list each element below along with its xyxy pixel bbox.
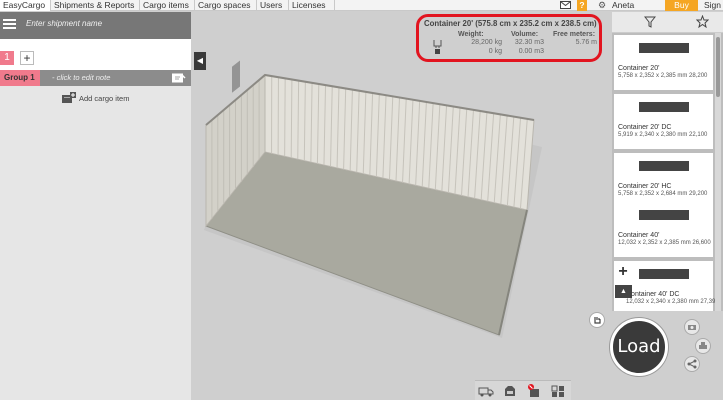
container-info-box: Container 20' (575.8 cm x 235.2 cm x 238… xyxy=(416,14,602,62)
tab-cargo-items[interactable]: Cargo items xyxy=(140,0,195,11)
view-toolbar xyxy=(475,380,571,400)
container-card[interactable]: Container 20' DC 5,919 x 2,340 x 2,380 m… xyxy=(614,94,713,149)
list-scrollbar[interactable] xyxy=(715,33,721,311)
container-dims: 12,032 x 2,340 x 2,380 mm 27,397 xyxy=(626,299,719,305)
buy-button[interactable]: Buy xyxy=(665,0,698,11)
container-thumbnail xyxy=(639,161,689,171)
container-card[interactable]: Container 40' 12,032 x 2,352 x 2,385 mm … xyxy=(614,202,713,257)
cargo-icon xyxy=(435,49,440,54)
scroll-thumb[interactable] xyxy=(716,37,720,97)
left-panel: Enter shipment name 1 + Group 1 - click … xyxy=(0,12,191,400)
cargo-stats-icon[interactable] xyxy=(502,383,518,399)
container-dims: 5,758 x 2,352 x 2,385 mm 28,200 xyxy=(618,73,708,79)
container-dims: 12,032 x 2,352 x 2,385 mm 26,600 xyxy=(618,240,711,246)
container-dims: 5,919 x 2,340 x 2,380 mm 22,100 xyxy=(618,132,708,138)
container-name: Container 20' HC xyxy=(618,183,672,190)
group-row: Group 1 - click to edit note xyxy=(0,70,191,86)
edit-note-icon[interactable] xyxy=(172,73,186,83)
tab-cargo-spaces[interactable]: Cargo spaces xyxy=(195,0,257,11)
loaded-volume: 0.00 m3 xyxy=(518,48,544,55)
collapse-panel-button[interactable]: ◀ xyxy=(194,52,206,70)
container-thumbnail xyxy=(639,269,689,279)
load-button[interactable]: Load xyxy=(610,318,668,376)
add-group-button[interactable]: + xyxy=(20,51,34,65)
container-dims: 5,758 x 2,352 x 2,684 mm 29,200 xyxy=(618,191,708,197)
free-meters: 5.76 m xyxy=(575,39,597,46)
container-name: Container 20' xyxy=(618,65,660,72)
layout-view-icon[interactable] xyxy=(550,383,566,399)
container-card[interactable]: Container 20' 5,758 x 2,352 x 2,385 mm 2… xyxy=(614,35,713,90)
help-icon[interactable]: ? xyxy=(577,0,587,11)
cargo-3d-view[interactable] xyxy=(192,12,612,400)
shipment-name-input[interactable]: Enter shipment name xyxy=(26,19,102,28)
group-tabs: 1 + xyxy=(0,39,191,70)
container-name: Container 40' DC xyxy=(626,291,680,298)
filter-icon[interactable] xyxy=(644,16,656,28)
add-cargo-label: Add cargo item xyxy=(79,94,130,103)
free-meters-header: Free meters: xyxy=(553,31,596,38)
hide-cargo-icon[interactable] xyxy=(526,383,542,399)
weight-header: Weight: xyxy=(458,31,484,38)
share-icon[interactable] xyxy=(684,356,700,372)
container-name: Container 20' DC xyxy=(618,124,672,131)
group-label[interactable]: Group 1 xyxy=(0,70,40,86)
print-icon[interactable] xyxy=(695,338,711,354)
tab-licenses[interactable]: Licenses xyxy=(289,0,335,11)
add-cargo-space-button[interactable]: + xyxy=(614,263,632,281)
add-cargo-icon xyxy=(62,92,76,103)
container-3d-model[interactable] xyxy=(192,12,612,400)
user-name[interactable]: Aneta xyxy=(612,0,634,11)
container-name: Container 40' xyxy=(618,232,660,239)
container-thumbnail xyxy=(639,210,689,220)
container-thumbnail xyxy=(639,102,689,112)
group-tab-1[interactable]: 1 xyxy=(0,51,14,65)
capacity-icon xyxy=(433,40,442,48)
top-menu: EasyCargo Shipments & Reports Cargo item… xyxy=(0,0,723,21)
tab-shipments-reports[interactable]: Shipments & Reports xyxy=(51,0,140,11)
max-weight: 28,200 kg xyxy=(471,39,502,46)
hand-tool-icon[interactable] xyxy=(589,312,605,328)
container-title: Container 20' (575.8 cm x 235.2 cm x 238… xyxy=(424,19,597,28)
list-toolbar xyxy=(612,12,723,33)
tab-users[interactable]: Users xyxy=(257,0,289,11)
add-cargo-item-button[interactable]: Add cargo item xyxy=(60,92,129,104)
group-note[interactable]: - click to edit note xyxy=(52,70,110,86)
gear-icon[interactable]: ⚙ xyxy=(598,0,606,11)
menu-icon[interactable] xyxy=(3,19,16,29)
container-card[interactable]: Container 20' HC 5,758 x 2,352 x 2,684 m… xyxy=(614,153,713,208)
max-volume: 32.30 m3 xyxy=(514,39,544,46)
mail-icon[interactable] xyxy=(560,0,571,11)
volume-header: Volume: xyxy=(511,31,539,38)
star-icon[interactable] xyxy=(696,15,709,28)
tab-easycargo[interactable]: EasyCargo xyxy=(0,0,51,11)
truck-view-icon[interactable] xyxy=(478,383,494,399)
scroll-up-button[interactable]: ▲ xyxy=(615,285,632,298)
container-thumbnail xyxy=(639,43,689,53)
shipment-bar: Enter shipment name xyxy=(0,12,191,39)
loaded-weight: 0 kg xyxy=(488,48,502,55)
camera-icon[interactable] xyxy=(684,319,700,335)
sign-out-link[interactable]: Sign out xyxy=(704,0,723,21)
